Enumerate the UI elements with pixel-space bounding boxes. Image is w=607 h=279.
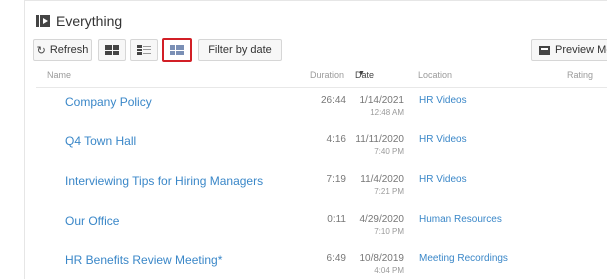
preview-mode-button[interactable]: Preview Mod (531, 39, 607, 61)
session-time: 12:48 AM (370, 108, 404, 117)
session-duration: 6:49 (326, 253, 346, 264)
session-location-link[interactable]: HR Videos (419, 174, 467, 185)
grid-view-icon (105, 45, 119, 55)
session-location-link[interactable]: HR Videos (419, 95, 467, 106)
list-view-icon (170, 45, 184, 55)
table-header: Name Duration Date ▼ Location Rating (0, 70, 607, 84)
column-header-name[interactable]: Name (47, 70, 71, 80)
preview-icon (539, 45, 550, 55)
refresh-icon: ↻ (36, 44, 46, 57)
session-date: 1/14/2021 (359, 95, 405, 106)
table-row[interactable]: Company Policy 26:44 1/14/2021 12:48 AM … (0, 95, 607, 129)
session-name-link[interactable]: HR Benefits Review Meeting* (65, 253, 222, 267)
session-location-link[interactable]: HR Videos (419, 134, 467, 145)
preview-label: Preview Mod (555, 44, 607, 56)
detail-view-icon (137, 45, 151, 55)
thumbnail-view-button[interactable] (98, 39, 126, 61)
page-title: Everything (56, 13, 123, 29)
table-row[interactable]: Our Office 0:11 4/29/2020 7:10 PM Human … (0, 214, 607, 248)
session-time: 7:10 PM (374, 227, 404, 236)
sort-descending-icon: ▼ (358, 70, 365, 77)
page-header: Everything (36, 13, 122, 29)
session-time: 4:04 PM (374, 266, 404, 275)
folder-video-icon (36, 15, 50, 27)
refresh-label: Refresh (49, 44, 89, 56)
table-row[interactable]: Q4 Town Hall 4:16 11/11/2020 7:40 PM HR … (0, 134, 607, 168)
session-time: 7:21 PM (374, 187, 404, 196)
session-location-link[interactable]: Human Resources (419, 214, 502, 225)
column-header-duration[interactable]: Duration (310, 70, 344, 80)
filter-by-date-button[interactable]: Filter by date (198, 39, 282, 61)
session-name-link[interactable]: Company Policy (65, 95, 152, 109)
session-date: 11/4/2020 (360, 174, 404, 185)
column-header-location[interactable]: Location (418, 70, 452, 80)
detail-view-button[interactable] (130, 39, 158, 61)
session-date: 10/8/2019 (359, 253, 405, 264)
session-date: 11/11/2020 (355, 134, 404, 145)
session-time: 7:40 PM (374, 147, 404, 156)
session-duration: 26:44 (320, 95, 346, 106)
session-name-link[interactable]: Interviewing Tips for Hiring Managers (65, 174, 263, 188)
session-duration: 4:16 (326, 134, 346, 145)
session-date: 4/29/2020 (359, 214, 405, 225)
session-name-link[interactable]: Q4 Town Hall (65, 134, 136, 148)
column-header-rating[interactable]: Rating (567, 70, 593, 80)
list-view-button[interactable] (162, 38, 192, 62)
session-name-link[interactable]: Our Office (65, 214, 119, 228)
toolbar: ↻ Refresh Filter by date (33, 38, 282, 62)
table-row[interactable]: HR Benefits Review Meeting* 6:49 10/8/20… (0, 253, 607, 279)
session-duration: 0:11 (327, 214, 346, 225)
session-duration: 7:19 (326, 174, 346, 185)
refresh-button[interactable]: ↻ Refresh (33, 39, 92, 61)
table-row[interactable]: Interviewing Tips for Hiring Managers 7:… (0, 174, 607, 208)
session-location-link[interactable]: Meeting Recordings (419, 253, 508, 264)
header-divider (36, 87, 607, 88)
